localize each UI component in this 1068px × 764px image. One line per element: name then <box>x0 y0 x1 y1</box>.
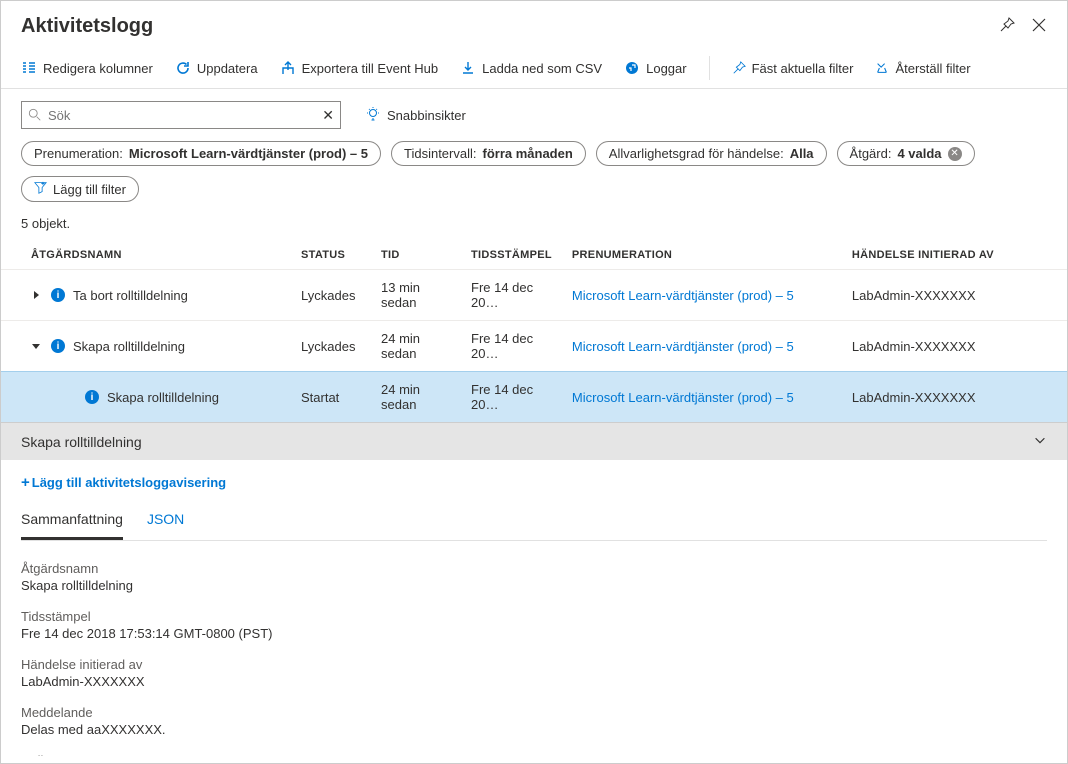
pin-small-icon <box>732 61 746 75</box>
download-icon <box>460 60 476 76</box>
chevron-icon[interactable] <box>31 341 43 351</box>
pin-filters-button[interactable]: Fäst aktuella filter <box>732 61 854 76</box>
field-value: Fre 14 dec 2018 17:53:14 GMT-0800 (PST) <box>21 626 1047 641</box>
edit-columns-button[interactable]: Redigera kolumner <box>21 60 153 76</box>
refresh-button[interactable]: Uppdatera <box>175 60 258 76</box>
item-count: 5 objekt. <box>1 214 1067 241</box>
col-header-initiated[interactable]: Händelse initierad av <box>842 241 1067 270</box>
close-icon[interactable] <box>1031 17 1047 36</box>
action-name: Ta bort rolltilldelning <box>73 288 188 303</box>
time-cell: 24 min sedan <box>371 372 461 423</box>
info-icon: i <box>51 288 65 302</box>
content-scroll[interactable]: ✕ Snabbinsikter Prenumeration: Microsoft… <box>1 89 1067 756</box>
field-label: Roll <box>21 753 1047 756</box>
search-input-wrapper: ✕ <box>21 101 341 129</box>
initiated-by-cell: LabAdmin-XXXXXXX <box>842 270 1067 321</box>
filter-pill-timespan[interactable]: Tidsintervall: förra månaden <box>391 141 586 166</box>
detail-field: Händelse initierad av LabAdmin-XXXXXXX <box>21 657 1047 689</box>
col-header-time[interactable]: Tid <box>371 241 461 270</box>
info-icon: i <box>85 390 99 404</box>
add-filter-icon <box>34 181 47 197</box>
table-row[interactable]: i Skapa rolltilldelning Startat24 min seda… <box>1 372 1067 423</box>
detail-field: RollVirtuell datordeltagare <box>21 753 1047 756</box>
toolbar-separator <box>709 56 710 80</box>
filter-pills: Prenumeration: Microsoft Learn-värdtjäns… <box>1 137 1067 214</box>
subscription-link[interactable]: Microsoft Learn-värdtjänster (prod) – 5 <box>572 288 794 303</box>
export-icon <box>280 60 296 76</box>
filter-pill-action[interactable]: Åtgärd: 4 valda✕ <box>837 141 975 166</box>
status-cell: Startat <box>291 372 371 423</box>
timestamp-cell: Fre 14 dec 20… <box>461 372 562 423</box>
detail-field: Åtgärdsnamn Skapa rolltilldelning <box>21 561 1047 593</box>
filter-pill-subscription[interactable]: Prenumeration: Microsoft Learn-värdtjäns… <box>21 141 381 166</box>
field-label: Tidsstämpel <box>21 609 1047 624</box>
field-value: LabAdmin-XXXXXXX <box>21 674 1047 689</box>
search-input[interactable] <box>42 108 322 123</box>
quick-insights-button[interactable]: Snabbinsikter <box>365 106 466 125</box>
insights-icon <box>365 106 381 125</box>
initiated-by-cell: LabAdmin-XXXXXXX <box>842 321 1067 372</box>
tab-summary[interactable]: Sammanfattning <box>21 505 123 540</box>
action-name: Skapa rolltilldelning <box>107 390 219 405</box>
info-icon: i <box>51 339 65 353</box>
panel-header: Aktivitetslogg <box>1 1 1067 48</box>
logs-icon <box>624 60 640 76</box>
columns-icon <box>21 60 37 76</box>
table-row[interactable]: i Skapa rolltilldelning Lyckades24 min sed… <box>1 321 1067 372</box>
search-icon <box>28 108 42 122</box>
col-header-subscription[interactable]: Prenumeration <box>562 241 842 270</box>
subscription-link[interactable]: Microsoft Learn-värdtjänster (prod) – 5 <box>572 339 794 354</box>
detail-header[interactable]: Skapa rolltilldelning <box>1 423 1067 460</box>
filter-pill-severity[interactable]: Allvarlighetsgrad för händelse: Alla <box>596 141 827 166</box>
action-name: Skapa rolltilldelning <box>73 339 185 354</box>
detail-field: Meddelande Delas med aaXXXXXXX. <box>21 705 1047 737</box>
time-cell: 24 min sedan <box>371 321 461 372</box>
timestamp-cell: Fre 14 dec 20… <box>461 270 562 321</box>
tab-json[interactable]: JSON <box>147 505 184 540</box>
field-label: Meddelande <box>21 705 1047 720</box>
table-row[interactable]: i Ta bort rolltilldelning Lyckades13 min s… <box>1 270 1067 321</box>
chevron-icon[interactable] <box>31 290 43 300</box>
reset-icon <box>875 61 889 75</box>
refresh-icon <box>175 60 191 76</box>
subscription-link[interactable]: Microsoft Learn-värdtjänster (prod) – 5 <box>572 390 794 405</box>
remove-filter-icon[interactable]: ✕ <box>948 147 962 161</box>
status-cell: Lyckades <box>291 270 371 321</box>
col-header-status[interactable]: Status <box>291 241 371 270</box>
field-value: Skapa rolltilldelning <box>21 578 1047 593</box>
status-cell: Lyckades <box>291 321 371 372</box>
toolbar: Redigera kolumner Uppdatera Exportera ti… <box>1 48 1067 89</box>
page-title: Aktivitetslogg <box>21 15 153 38</box>
field-label: Händelse initierad av <box>21 657 1047 672</box>
col-header-action[interactable]: Åtgärdsnamn <box>1 241 291 270</box>
logs-button[interactable]: Loggar <box>624 60 686 76</box>
timestamp-cell: Fre 14 dec 20… <box>461 321 562 372</box>
pin-icon[interactable] <box>999 17 1015 36</box>
initiated-by-cell: LabAdmin-XXXXXXX <box>842 372 1067 423</box>
detail-field: Tidsstämpel Fre 14 dec 2018 17:53:14 GMT-… <box>21 609 1047 641</box>
time-cell: 13 min sedan <box>371 270 461 321</box>
activity-table: Åtgärdsnamn Status Tid Tidsstämpel Prenu… <box>1 241 1067 422</box>
col-header-timestamp[interactable]: Tidsstämpel <box>461 241 562 270</box>
chevron-down-icon <box>1033 433 1047 450</box>
field-value: Delas med aaXXXXXXX. <box>21 722 1047 737</box>
download-csv-button[interactable]: Ladda ned som CSV <box>460 60 602 76</box>
add-alert-button[interactable]: + Lägg till aktivitetsloggavisering <box>21 474 226 491</box>
add-filter-button[interactable]: Lägg till filter <box>21 176 139 202</box>
plus-icon: + <box>21 474 30 491</box>
field-label: Åtgärdsnamn <box>21 561 1047 576</box>
export-event-hub-button[interactable]: Exportera till Event Hub <box>280 60 439 76</box>
detail-panel: Skapa rolltilldelning + Lägg till aktivi… <box>1 422 1067 756</box>
reset-filters-button[interactable]: Återställ filter <box>875 61 970 76</box>
clear-search-icon[interactable]: ✕ <box>322 107 334 124</box>
